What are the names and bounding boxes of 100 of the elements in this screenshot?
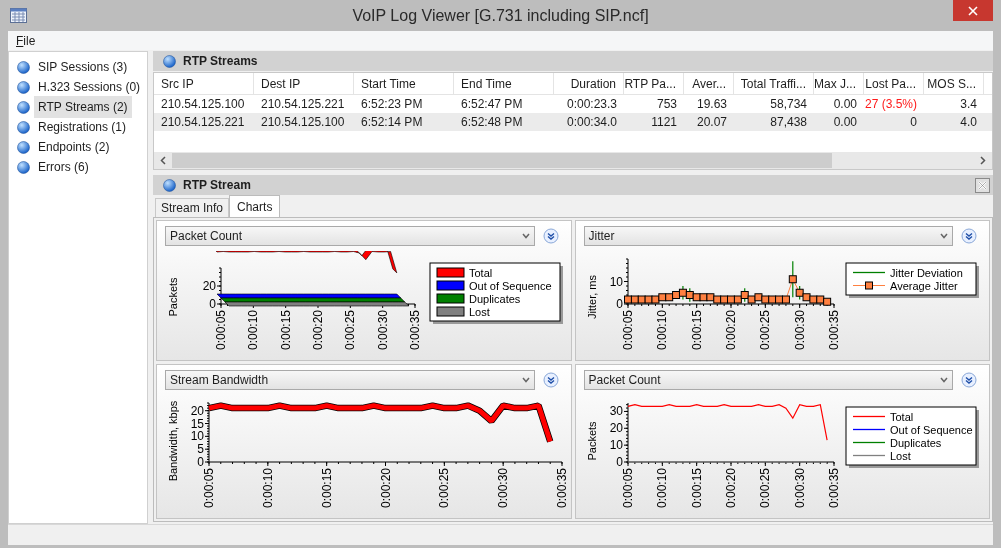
legend-label: Total <box>469 266 493 279</box>
tick-label: 0:00:15 <box>319 468 334 509</box>
column-header[interactable]: End Time <box>454 73 554 94</box>
table-cell-text: 0.00 <box>832 114 858 131</box>
table-cell-text: 6:52:23 PM <box>360 96 424 113</box>
tick-label: 0:00:25 <box>757 468 772 509</box>
table-cell-text: 1121 <box>650 114 678 131</box>
axis-title: Packets <box>167 277 179 317</box>
column-header[interactable]: Duration <box>554 73 624 94</box>
table-cell-text: 0:00:23.3 <box>565 96 618 113</box>
chart-type-dropdown[interactable]: Packet Count <box>583 370 953 390</box>
tab[interactable]: Stream Info <box>155 198 230 217</box>
tick-label: 0:00:10 <box>654 468 669 509</box>
axis-title: Packets <box>585 421 598 461</box>
table-cell-text: 19.63 <box>695 96 728 113</box>
tick-label: 0:00:35 <box>826 468 841 509</box>
tick-label: 20 <box>190 403 204 418</box>
table-cell-text: 4.0 <box>959 114 978 131</box>
table-cell-text: 6:52:48 PM <box>460 114 524 131</box>
tick-label: 0:00:10 <box>654 310 669 351</box>
tick-label: 20 <box>609 421 623 436</box>
column-header[interactable]: Src IP <box>154 73 254 94</box>
tick-label: 20 <box>202 279 216 293</box>
sidebar-item[interactable]: SIP Sessions (3) <box>34 56 132 78</box>
tick-label: 0:00:20 <box>311 310 325 351</box>
table-cell-text: 27 (3.5%) <box>864 96 918 113</box>
tick-label: 10 <box>609 438 623 453</box>
chart-type-dropdown[interactable]: Packet Count <box>165 226 535 246</box>
table-cell-text: 210.54.125.100 <box>260 114 346 131</box>
table-row[interactable]: 210.54.125.100 210.54.125.221 6:52:23 PM 6:52:47 PM 0:00:23.3 753 19.63 58,734 0.00 27 (3.5%) 3.4 <box>154 95 992 113</box>
table-cell-text: 210.54.125.221 <box>260 96 346 113</box>
column-header[interactable]: RTP Pa... <box>624 73 684 94</box>
tick-label: 0:00:15 <box>278 310 293 351</box>
tick-label: 0:00:30 <box>496 468 511 509</box>
tick-label: 0:00:15 <box>689 468 704 509</box>
chart-type-dropdown[interactable]: Stream Bandwidth <box>165 370 535 390</box>
sidebar-item[interactable]: Endpoints (2) <box>34 136 114 158</box>
tick-label: 0:00:20 <box>723 310 738 351</box>
section-title: RTP Streams <box>183 53 258 70</box>
table-cell-text: 87,438 <box>769 114 808 131</box>
legend-label: Duplicates <box>469 292 521 305</box>
tick-label: 0:00:25 <box>437 468 452 509</box>
legend-label: Lost <box>889 449 911 462</box>
tick-label: 0:00:05 <box>202 468 216 509</box>
tick-label: 0 <box>197 455 204 469</box>
table-cell-text: 20.07 <box>695 114 728 131</box>
window-title: VoIP Log Viewer [G.731 including SIP.ncf] <box>352 5 649 26</box>
column-header[interactable]: Start Time <box>354 73 454 94</box>
tick-label: 0:00:25 <box>343 310 358 351</box>
tick-label: 0:00:20 <box>723 468 738 509</box>
tick-label: 5 <box>197 442 204 457</box>
table-cell-text: 58,734 <box>769 96 808 113</box>
tab[interactable]: Charts <box>229 195 281 217</box>
sidebar-item[interactable]: RTP Streams (2) <box>34 96 132 118</box>
legend-label: Duplicates <box>889 436 941 449</box>
tick-label: 10 <box>190 429 204 444</box>
column-header[interactable]: Total Traffi... <box>734 73 814 94</box>
chart-type-dropdown[interactable]: Jitter <box>583 226 953 246</box>
tick-label: 10 <box>609 274 623 289</box>
column-header[interactable]: Lost Pa... <box>864 73 924 94</box>
legend-label: Total <box>889 410 913 423</box>
tick-label: 0 <box>209 297 216 311</box>
sidebar-item[interactable]: Registrations (1) <box>34 116 131 138</box>
tick-label: 0:00:05 <box>620 310 635 351</box>
tick-label: 0:00:30 <box>792 310 807 351</box>
tick-label: 0 <box>615 297 623 311</box>
table-cell-text: 0 <box>909 114 918 131</box>
tick-label: 0:00:35 <box>826 310 841 351</box>
tick-label: 0:00:35 <box>408 310 422 351</box>
table-cell-text: 0.00 <box>832 96 858 113</box>
table-cell-text: 210.54.125.221 <box>160 114 246 131</box>
tick-label: 0:00:30 <box>792 468 807 509</box>
table-cell-text: 6:52:47 PM <box>460 96 524 113</box>
tick-label: 30 <box>609 404 623 419</box>
tick-label: 0:00:35 <box>555 468 569 509</box>
column-header[interactable]: MOS S... <box>924 73 984 94</box>
legend-label: Out of Sequence <box>469 279 552 292</box>
column-header[interactable]: Max J... <box>814 73 864 94</box>
axis-title: Bandwidth, kbps <box>167 400 179 482</box>
legend-label: Lost <box>469 305 490 318</box>
table-cell-text: 753 <box>655 96 678 113</box>
menu-item[interactable]: File <box>14 31 38 50</box>
column-header[interactable]: Aver... <box>684 73 734 94</box>
sidebar-item[interactable]: Errors (6) <box>34 156 93 178</box>
tick-label: 0:00:30 <box>375 310 390 351</box>
column-header[interactable]: Dest IP <box>254 73 354 94</box>
table-cell-text: 6:52:14 PM <box>360 114 424 131</box>
tick-label: 0:00:15 <box>689 310 704 351</box>
table-row[interactable]: 210.54.125.221 210.54.125.100 6:52:14 PM 6:52:48 PM 0:00:34.0 1121 20.07 87,438 0.00 0 4.0 <box>154 113 992 131</box>
tick-label: 0:00:10 <box>260 468 275 509</box>
legend-label: Average Jitter <box>889 279 958 292</box>
legend-label: Out of Sequence <box>889 423 973 436</box>
sidebar-item[interactable]: H.323 Sessions (0) <box>34 76 145 98</box>
tick-label: 0:00:25 <box>757 310 772 351</box>
tick-label: 0:00:05 <box>214 310 228 351</box>
table-cell-text: 3.4 <box>959 96 978 113</box>
tick-label: 15 <box>190 416 204 431</box>
section-title: RTP Stream <box>183 177 251 194</box>
legend-label: Jitter Deviation <box>889 266 963 279</box>
tick-label: 0:00:10 <box>246 310 261 351</box>
